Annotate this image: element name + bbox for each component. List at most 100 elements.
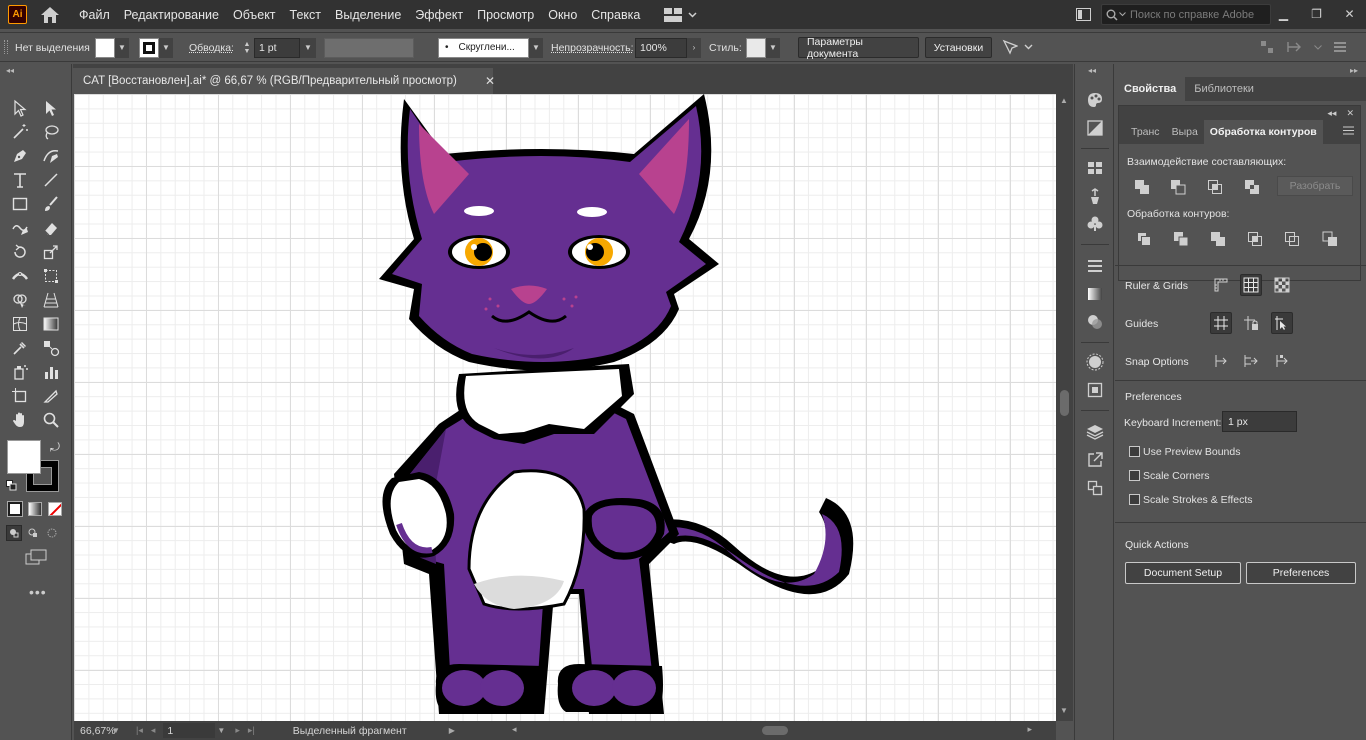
scale-strokes-checkbox[interactable] (1129, 494, 1140, 505)
fill-swatch[interactable]: ▼ (95, 37, 129, 58)
color-grid-icon[interactable] (1085, 158, 1105, 178)
shaper-tool-icon[interactable] (9, 217, 31, 239)
workspace-switcher[interactable] (664, 7, 697, 22)
use-preview-bounds-checkbox[interactable] (1129, 446, 1140, 457)
tab-pathfinder[interactable]: Обработка контуров (1203, 120, 1323, 144)
magic-wand-tool-icon[interactable] (9, 121, 31, 143)
graphic-style-swatch[interactable]: ▼ (746, 37, 780, 58)
scale-tool-icon[interactable] (40, 241, 62, 263)
perspective-grid-tool-icon[interactable] (40, 289, 62, 311)
show-guides-icon[interactable] (1210, 312, 1232, 334)
grip-handle[interactable] (4, 40, 8, 54)
transparency-grid-icon[interactable] (1271, 274, 1293, 296)
free-transform-tool-icon[interactable] (40, 265, 62, 287)
slice-tool-icon[interactable] (40, 385, 62, 407)
trim-icon[interactable] (1172, 230, 1190, 248)
unite-icon[interactable] (1133, 178, 1151, 196)
keyboard-increment-input[interactable]: 1 px (1222, 411, 1297, 432)
align-icon[interactable] (1260, 40, 1274, 54)
prev-artboard-icon[interactable]: ◂ (151, 725, 156, 736)
lasso-tool-icon[interactable] (40, 121, 62, 143)
draw-normal-icon[interactable] (6, 525, 22, 541)
tab-align[interactable]: Выра (1166, 120, 1204, 144)
stroke-label[interactable]: Обводка: (189, 37, 234, 58)
vertical-scroll-thumb[interactable] (1060, 390, 1069, 416)
paintbrush-tool-icon[interactable] (40, 193, 62, 215)
gradient-panel-icon[interactable] (1085, 284, 1105, 304)
menu-window[interactable]: Окно (548, 8, 577, 22)
screen-mode-icon[interactable] (25, 549, 47, 568)
menu-type[interactable]: Текст (290, 8, 321, 22)
rotate-tool-icon[interactable] (9, 241, 31, 263)
menu-effect[interactable]: Эффект (415, 8, 463, 22)
scroll-down-icon[interactable]: ▼ (1060, 706, 1068, 715)
symbol-sprayer-tool-icon[interactable] (9, 361, 31, 383)
panel-menu-icon[interactable] (1343, 126, 1354, 138)
help-search-input[interactable]: Поиск по справке Adobe (1101, 4, 1271, 25)
layers-icon[interactable] (1085, 422, 1105, 442)
restore-icon[interactable]: ❐ (1300, 3, 1333, 25)
puppet-warp-icon[interactable] (1002, 39, 1033, 55)
symbols-icon[interactable] (1085, 214, 1105, 234)
menu-object[interactable]: Объект (233, 8, 276, 22)
transparency-icon[interactable] (1085, 312, 1105, 332)
preferences-panel-button[interactable]: Preferences (1246, 562, 1356, 584)
divide-icon[interactable] (1135, 230, 1153, 248)
stroke-weight-stepper[interactable]: ▲ ▼ 1 pt ▼ (240, 37, 316, 58)
menu-help[interactable]: Справка (591, 8, 640, 22)
gradient-tool-icon[interactable] (40, 313, 62, 335)
horizontal-scroll-thumb[interactable] (762, 726, 788, 735)
type-tool-icon[interactable] (9, 169, 31, 191)
document-tab[interactable]: CAT [Восстановлен].ai* @ 66,67 % (RGB/Пр… (73, 68, 495, 94)
stroke-panel-icon[interactable] (1085, 256, 1105, 276)
status-menu-icon[interactable]: ▶ (449, 726, 455, 735)
collapse-dock-icon[interactable]: ▸▸ (1350, 66, 1358, 75)
close-icon[interactable]: ✕ (1333, 3, 1366, 25)
snap-to-pixel-icon[interactable] (1271, 350, 1293, 372)
line-tool-icon[interactable] (40, 169, 62, 191)
collapse-icon[interactable]: ◂◂ (1327, 108, 1336, 119)
document-setup-panel-button[interactable]: Document Setup (1125, 562, 1241, 584)
next-artboard-icon[interactable]: ▸ (235, 725, 240, 736)
intersect-icon[interactable] (1206, 178, 1224, 196)
vertical-scrollbar[interactable]: ▲ ▼ (1056, 94, 1073, 721)
zoom-tool-icon[interactable] (40, 409, 62, 431)
swatches-icon[interactable] (1085, 118, 1105, 138)
preferences-button[interactable]: Установки (925, 37, 992, 58)
status-text[interactable]: Выделенный фрагмент (293, 725, 443, 737)
gradient-mode-icon[interactable] (28, 502, 42, 516)
horizontal-scrollbar[interactable]: ◂ ▸ (512, 723, 1032, 737)
zoom-dropdown-icon[interactable]: ▼ (112, 726, 126, 735)
none-mode-icon[interactable] (48, 502, 62, 516)
hand-tool-icon[interactable] (9, 409, 31, 431)
scroll-left-icon[interactable]: ◂ (512, 724, 517, 735)
crop-icon[interactable] (1246, 230, 1264, 248)
minus-front-icon[interactable] (1169, 178, 1187, 196)
close-icon[interactable]: ✕ (483, 74, 497, 88)
snap-to-point-icon[interactable] (1210, 350, 1232, 372)
minimize-icon[interactable]: ▁ (1267, 3, 1300, 25)
home-icon[interactable] (39, 5, 61, 25)
blend-tool-icon[interactable] (40, 337, 62, 359)
expand-panels-icon[interactable]: ◂◂ (1088, 66, 1096, 75)
stroke-weight-field[interactable]: 1 pt (254, 37, 300, 58)
opacity-value[interactable]: 100% (635, 37, 687, 58)
cat-illustration[interactable] (74, 94, 1056, 721)
zoom-level[interactable]: 66,67% (74, 725, 116, 737)
chevron-down-icon[interactable] (1314, 44, 1322, 50)
panel-menu-icon[interactable] (1334, 42, 1346, 52)
rectangle-tool-icon[interactable] (9, 193, 31, 215)
brush-definition[interactable]: • Скруглени... ▼ (438, 37, 543, 58)
appearance-icon[interactable] (1085, 352, 1105, 372)
exclude-icon[interactable] (1243, 178, 1261, 196)
artboard-dropdown-icon[interactable]: ▼ (217, 726, 229, 735)
variable-width-profile[interactable] (324, 37, 424, 58)
grid-icon[interactable] (1240, 274, 1262, 296)
brushes-icon[interactable] (1085, 186, 1105, 206)
column-graph-tool-icon[interactable] (40, 361, 62, 383)
shape-builder-tool-icon[interactable] (9, 289, 31, 311)
smart-guides-icon[interactable] (1271, 312, 1293, 334)
export-icon[interactable] (1085, 450, 1105, 470)
scroll-right-icon[interactable]: ▸ (1027, 724, 1032, 735)
artboard-tool-icon[interactable] (9, 385, 31, 407)
